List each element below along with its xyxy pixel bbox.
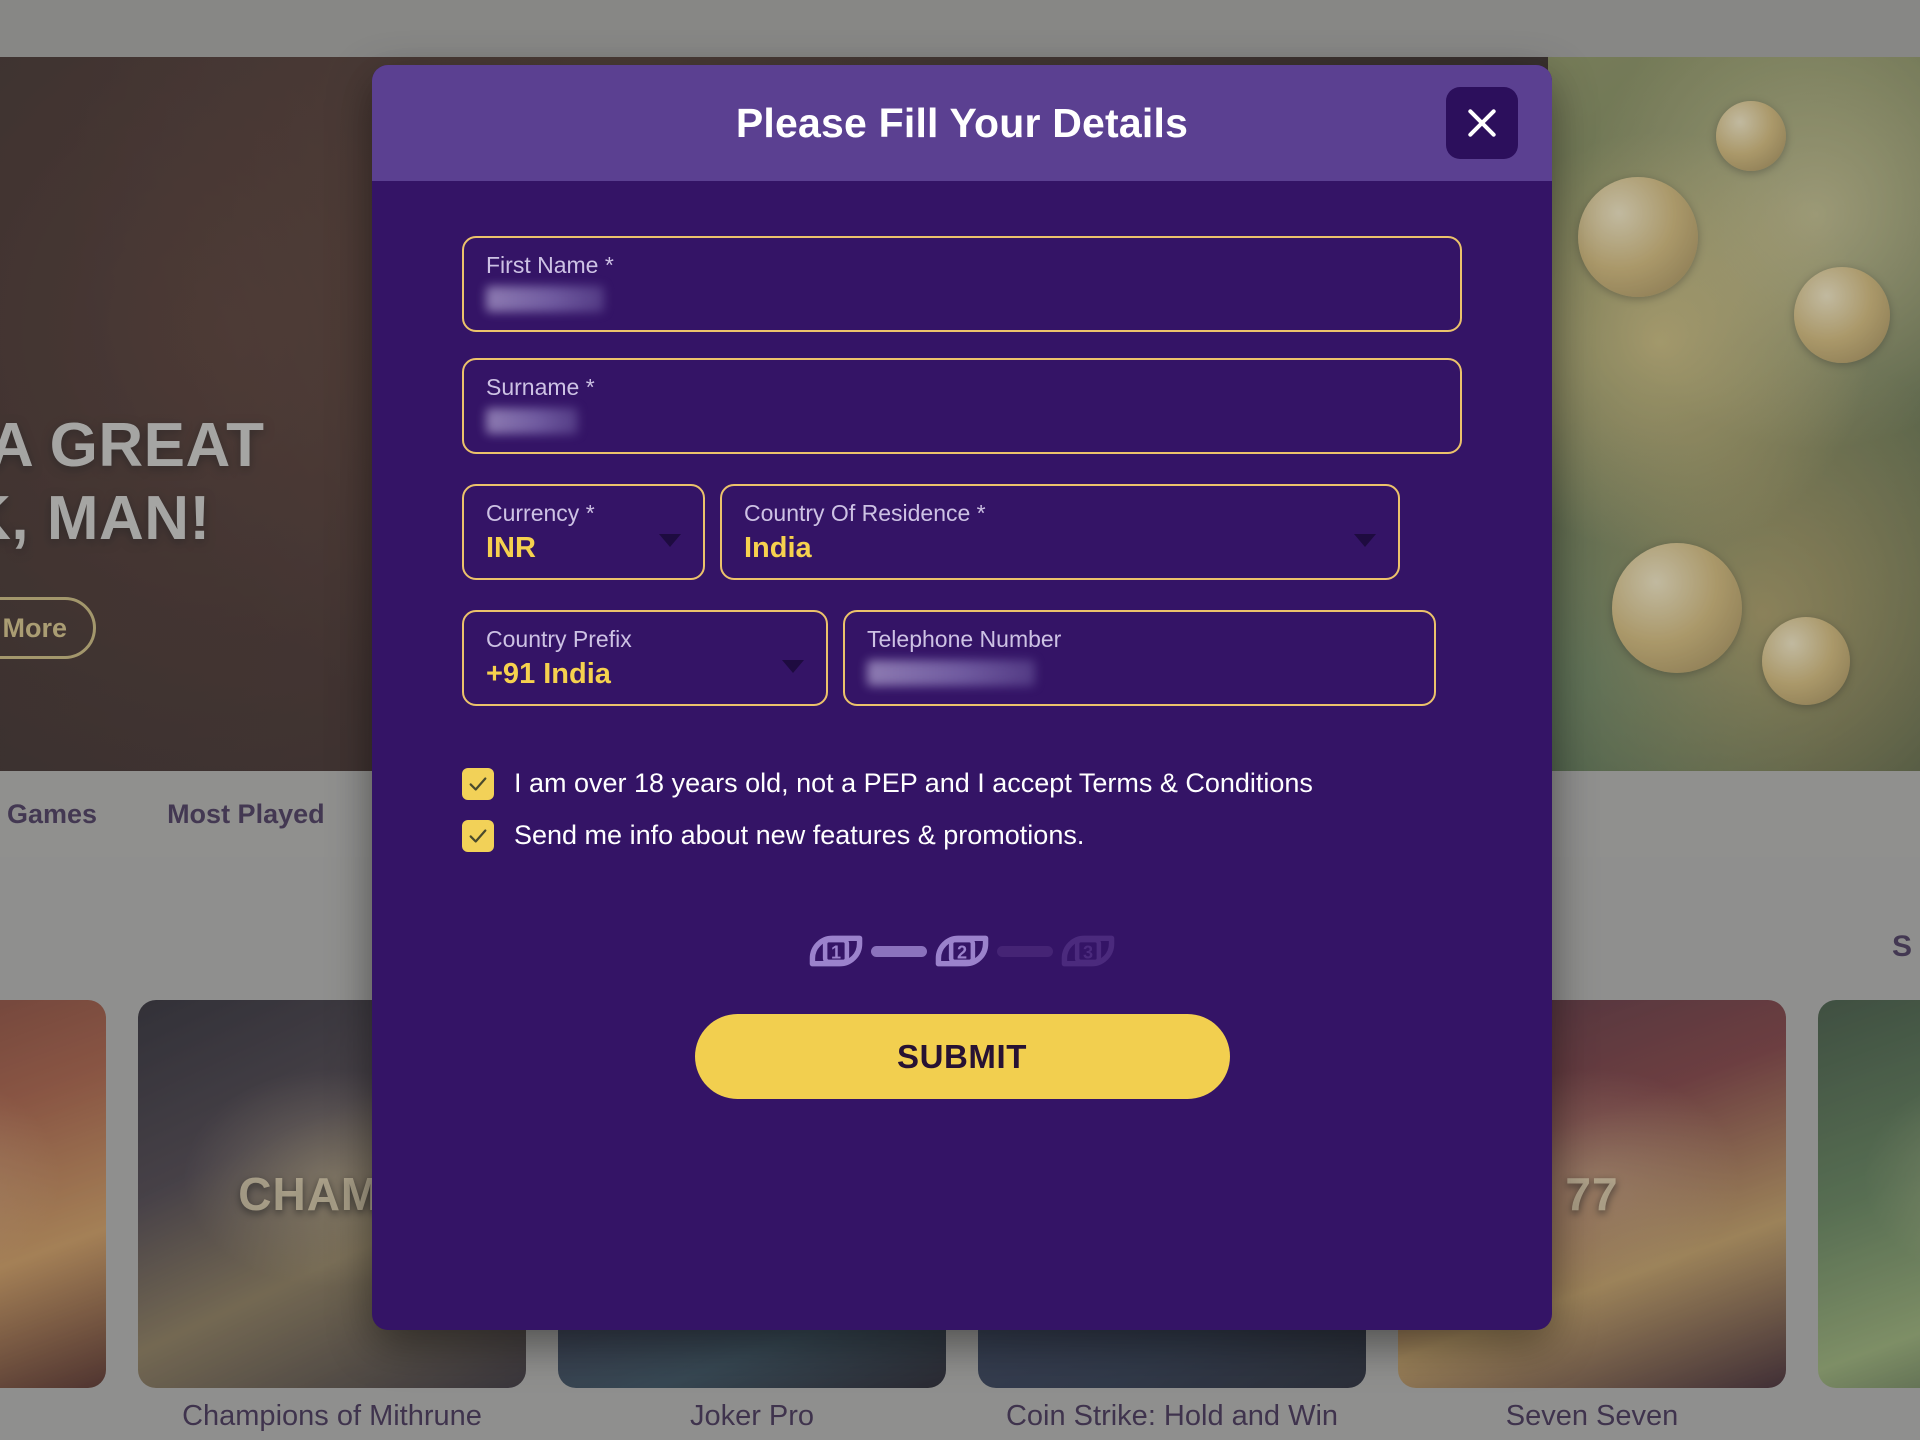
submit-button[interactable]: SUBMIT xyxy=(694,1014,1230,1099)
marketing-checkbox[interactable] xyxy=(462,820,494,852)
svg-text:2: 2 xyxy=(957,942,967,962)
svg-text:3: 3 xyxy=(1083,942,1093,962)
modal-header: Please Fill Your Details xyxy=(372,65,1552,181)
terms-checkbox-label: I am over 18 years old, not a PEP and I … xyxy=(514,768,1313,799)
svg-text:1: 1 xyxy=(831,942,841,962)
country-of-residence-value: India xyxy=(744,532,812,564)
chevron-down-icon xyxy=(1354,533,1376,547)
surname-input[interactable] xyxy=(486,408,578,434)
close-button[interactable] xyxy=(1446,87,1518,159)
step-connector-2 xyxy=(997,945,1053,957)
country-prefix-value: +91 India xyxy=(486,658,611,690)
step-indicator: 1 2 3 xyxy=(462,922,1462,980)
required-mark: * xyxy=(976,500,986,526)
country-of-residence-label: Country Of Residence * xyxy=(744,500,986,526)
marketing-checkbox-label: Send me info about new features & promot… xyxy=(514,820,1085,851)
first-name-label: First Name * xyxy=(486,252,614,278)
currency-select[interactable]: Currency * INR xyxy=(462,484,705,580)
step-3-icon: 3 xyxy=(1059,922,1117,980)
step-1-icon: 1 xyxy=(807,922,865,980)
registration-details-modal: Please Fill Your Details First Name * Su… xyxy=(372,65,1552,1330)
check-icon xyxy=(469,777,487,791)
submit-row: SUBMIT xyxy=(462,1014,1462,1099)
step-connector-1 xyxy=(871,945,927,957)
chevron-down-icon xyxy=(782,659,804,673)
required-mark: * xyxy=(604,252,614,278)
surname-label: Surname * xyxy=(486,374,595,400)
step-2-icon: 2 xyxy=(933,922,991,980)
country-prefix-label: Country Prefix xyxy=(486,626,632,652)
modal-title: Please Fill Your Details xyxy=(735,99,1189,146)
telephone-number-input[interactable] xyxy=(867,660,1035,686)
first-name-input[interactable] xyxy=(486,286,604,312)
phone-row: Country Prefix +91 India Telephone Numbe… xyxy=(462,610,1462,706)
country-prefix-select[interactable]: Country Prefix +91 India xyxy=(462,610,828,706)
marketing-consent-row[interactable]: Send me info about new features & promot… xyxy=(462,820,1462,852)
check-icon xyxy=(469,829,487,843)
first-name-field[interactable]: First Name * xyxy=(462,236,1462,332)
modal-body: First Name * Surname * Currency * INR Co… xyxy=(372,181,1552,1330)
chevron-down-icon xyxy=(659,533,681,547)
terms-checkbox[interactable] xyxy=(462,768,494,800)
currency-country-row: Currency * INR Country Of Residence * In… xyxy=(462,484,1462,580)
consent-checkboxes: I am over 18 years old, not a PEP and I … xyxy=(462,768,1462,852)
country-of-residence-select[interactable]: Country Of Residence * India xyxy=(720,484,1400,580)
terms-consent-row[interactable]: I am over 18 years old, not a PEP and I … xyxy=(462,768,1462,800)
required-mark: * xyxy=(585,500,595,526)
telephone-number-field[interactable]: Telephone Number xyxy=(843,610,1436,706)
currency-label: Currency * xyxy=(486,500,595,526)
screen: S GET A GREAT HBACK, MAN! More dian Game… xyxy=(0,0,1920,1440)
required-mark: * xyxy=(585,374,595,400)
close-icon xyxy=(1468,109,1496,137)
currency-value: INR xyxy=(486,532,536,564)
surname-field[interactable]: Surname * xyxy=(462,358,1462,454)
telephone-number-label: Telephone Number xyxy=(867,626,1062,652)
